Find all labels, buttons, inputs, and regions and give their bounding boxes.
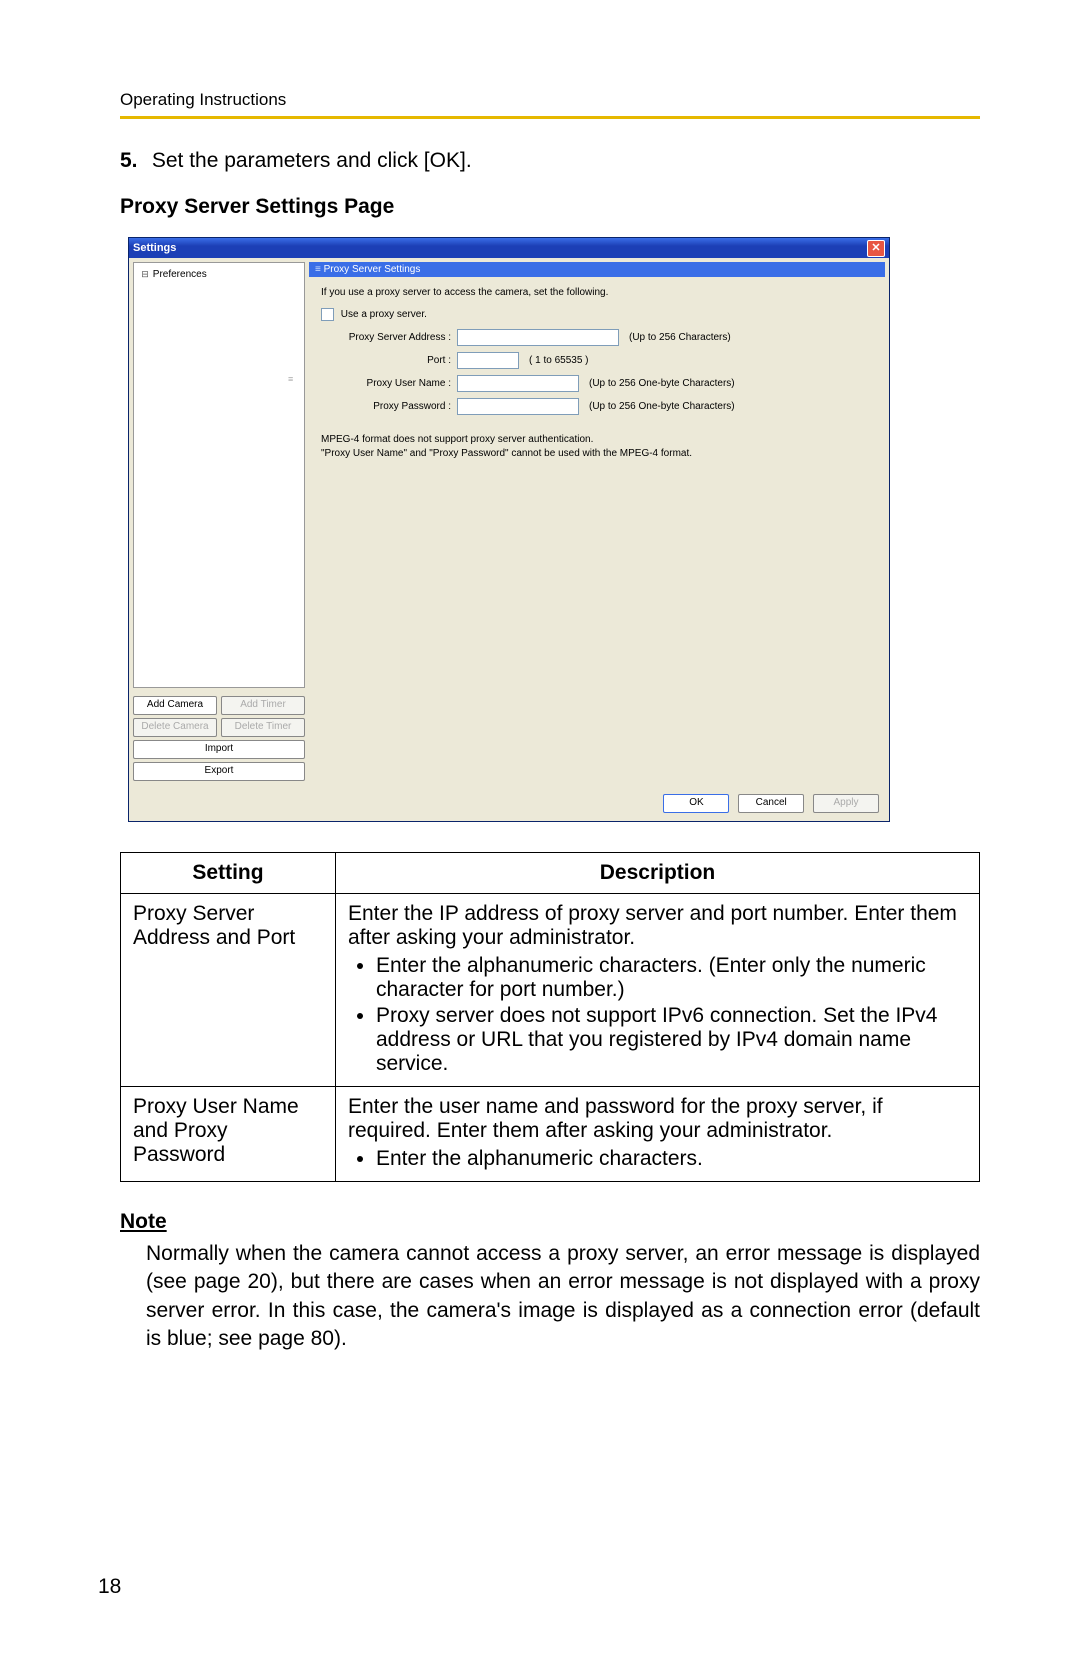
note-body: Normally when the camera cannot access a… xyxy=(120,1240,980,1353)
panel-title: Proxy Server Settings xyxy=(309,262,885,277)
window-title: Settings xyxy=(133,242,176,254)
step-number: 5. xyxy=(120,149,146,173)
note-heading: Note xyxy=(120,1210,980,1234)
add-camera-button[interactable]: Add Camera xyxy=(133,696,217,715)
table-header-description: Description xyxy=(336,853,980,894)
use-proxy-checkbox[interactable] xyxy=(321,308,334,321)
folder-icon xyxy=(140,267,150,281)
settings-description-table: Setting Description Proxy Server Address… xyxy=(120,852,980,1182)
page-icon xyxy=(168,282,305,688)
port-hint: ( 1 to 65535 ) xyxy=(529,355,588,366)
tree-root-preferences[interactable]: Preferences xyxy=(140,267,302,282)
apply-button[interactable]: Apply xyxy=(813,794,879,813)
proxy-user-input[interactable] xyxy=(457,375,579,392)
proxy-password-hint: (Up to 256 One-byte Characters) xyxy=(589,401,735,412)
mpeg4-note-1: MPEG-4 format does not support proxy ser… xyxy=(321,433,873,447)
cancel-button[interactable]: Cancel xyxy=(738,794,804,813)
table-row-2-description: Enter the user name and password for the… xyxy=(336,1087,980,1182)
table-header-setting: Setting xyxy=(121,853,336,894)
port-label: Port : xyxy=(321,355,457,366)
delete-timer-button[interactable]: Delete Timer xyxy=(221,718,305,737)
settings-window: Settings ✕ Preferences Proxy Server Sett… xyxy=(128,237,890,822)
tree-panel: Preferences Proxy Server Settings Multi-… xyxy=(133,262,305,688)
table-row-1-description: Enter the IP address of proxy server and… xyxy=(336,894,980,1087)
divider xyxy=(120,116,980,119)
proxy-address-input[interactable] xyxy=(457,329,619,346)
import-button[interactable]: Import xyxy=(133,740,305,759)
port-input[interactable] xyxy=(457,352,519,369)
proxy-address-label: Proxy Server Address : xyxy=(321,332,457,343)
proxy-address-hint: (Up to 256 Characters) xyxy=(629,332,731,343)
export-button[interactable]: Export xyxy=(133,762,305,781)
use-proxy-row: Use a proxy server. xyxy=(321,308,873,321)
add-timer-button[interactable]: Add Timer xyxy=(221,696,305,715)
ok-button[interactable]: OK xyxy=(663,794,729,813)
table-row-2-setting: Proxy User Name and Proxy Password xyxy=(121,1087,336,1182)
close-icon[interactable]: ✕ xyxy=(867,240,885,257)
mpeg4-note-2: "Proxy User Name" and "Proxy Password" c… xyxy=(321,447,873,461)
page-number: 18 xyxy=(98,1575,121,1599)
proxy-password-input[interactable] xyxy=(457,398,579,415)
left-buttons: Add Camera Add Timer Delete Camera Delet… xyxy=(133,696,305,784)
dialog-buttons: OK Cancel Apply xyxy=(129,788,889,821)
use-proxy-label: Use a proxy server. xyxy=(341,309,427,320)
doc-header: Operating Instructions xyxy=(120,90,980,110)
proxy-user-label: Proxy User Name : xyxy=(321,378,457,389)
step-line: 5. Set the parameters and click [OK]. xyxy=(120,149,980,173)
window-titlebar: Settings ✕ xyxy=(129,238,889,258)
proxy-password-label: Proxy Password : xyxy=(321,401,457,412)
intro-text: If you use a proxy server to access the … xyxy=(321,287,873,298)
section-title: Proxy Server Settings Page xyxy=(120,195,980,219)
panel-content: If you use a proxy server to access the … xyxy=(309,277,885,784)
table-row-1-setting: Proxy Server Address and Port xyxy=(121,894,336,1087)
tree-item-proxy-server-settings[interactable]: Proxy Server Settings xyxy=(140,282,302,688)
delete-camera-button[interactable]: Delete Camera xyxy=(133,718,217,737)
step-text: Set the parameters and click [OK]. xyxy=(152,149,472,172)
proxy-user-hint: (Up to 256 One-byte Characters) xyxy=(589,378,735,389)
